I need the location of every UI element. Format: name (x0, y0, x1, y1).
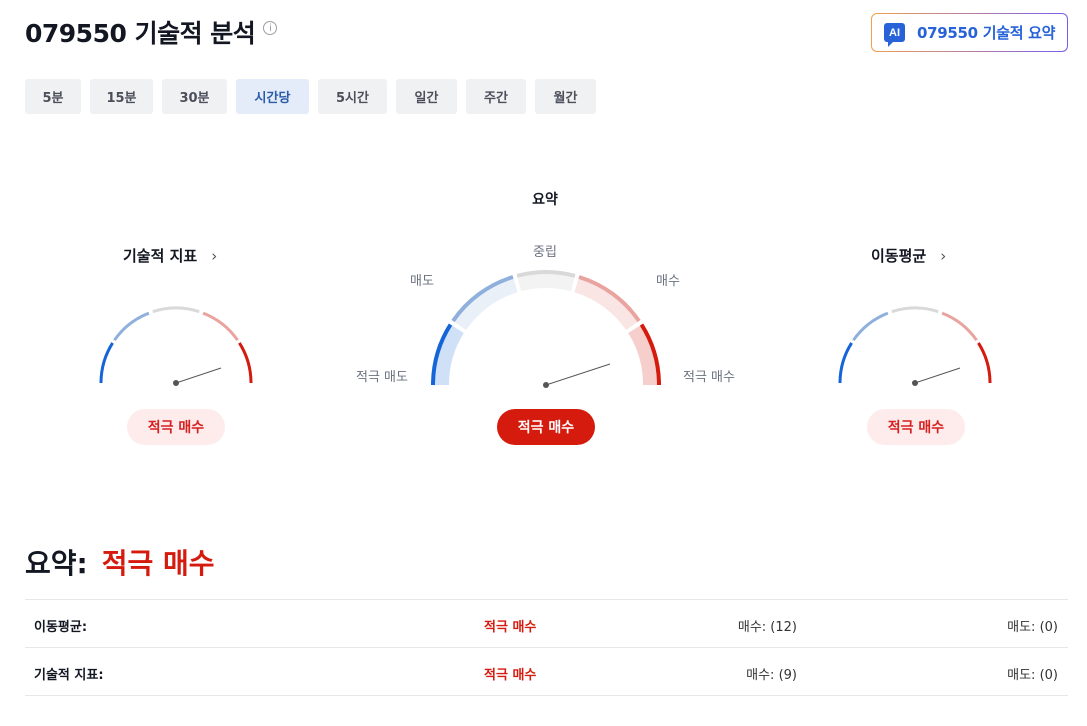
row-name: 기술적 지표: (34, 668, 104, 683)
summary-gauge-title: 요약 (532, 192, 558, 208)
tab-5min[interactable]: 5분 (25, 79, 81, 114)
chevron-right-icon: › (211, 246, 218, 265)
chevron-right-icon: › (940, 246, 947, 265)
moving-average-title: 이동평균 (871, 247, 927, 265)
info-circle-icon[interactable]: i (263, 21, 278, 35)
ai-summary-button[interactable]: AI 079550 기술적 요약 (871, 13, 1068, 52)
row-signal: 적극 매수 (484, 668, 537, 683)
tab-30min[interactable]: 30분 (162, 79, 227, 114)
row-buy-count: 매수: (12) (737, 620, 797, 635)
summary-heading: 요약: 적극 매수 (25, 542, 215, 582)
moving-average-signal-badge: 적극 매수 (867, 409, 965, 445)
timeframe-tabs: 5분 15분 30분 시간당 5시간 일간 주간 월간 (25, 79, 605, 114)
moving-average-link[interactable]: 이동평균 › (871, 245, 946, 266)
ai-summary-label: 079550 기술적 요약 (917, 24, 1056, 42)
page-title-text: 079550 기술적 분석 (25, 19, 256, 48)
tab-hourly[interactable]: 시간당 (236, 79, 309, 114)
row-buy-count: 매수: (9) (746, 668, 797, 683)
moving-average-gauge (838, 306, 992, 386)
table-row: 기술적 지표: 적극 매수 매수: (9) 매도: (0) (25, 648, 1068, 696)
summary-heading-value: 적극 매수 (101, 547, 215, 580)
tab-5hour[interactable]: 5시간 (318, 79, 387, 114)
row-name: 이동평균: (34, 620, 88, 635)
summary-heading-label: 요약: (25, 547, 88, 580)
row-signal: 적극 매수 (484, 620, 537, 635)
ai-chat-icon: AI (884, 23, 905, 47)
technical-signal-badge: 적극 매수 (127, 409, 225, 445)
tab-15min[interactable]: 15분 (90, 79, 153, 114)
technical-indicators-link[interactable]: 기술적 지표 › (123, 245, 217, 266)
row-sell-count: 매도: (0) (1007, 620, 1058, 635)
summary-gauge (431, 270, 661, 388)
tab-daily[interactable]: 일간 (396, 79, 457, 114)
summary-table: 이동평균: 적극 매수 매수: (12) 매도: (0) 기술적 지표: 적극 … (25, 599, 1068, 696)
summary-signal-badge: 적극 매수 (497, 409, 595, 445)
gauge-label-strong-buy: 적극 매수 (683, 370, 735, 385)
row-sell-count: 매도: (0) (1007, 668, 1058, 683)
technical-gauge (99, 306, 253, 386)
tab-monthly[interactable]: 월간 (535, 79, 596, 114)
technical-indicators-title: 기술적 지표 (123, 247, 198, 265)
table-row: 이동평균: 적극 매수 매수: (12) 매도: (0) (25, 600, 1068, 648)
tab-weekly[interactable]: 주간 (466, 79, 526, 114)
page-title: 079550 기술적 분석 i (25, 14, 278, 50)
gauge-label-neutral: 중립 (533, 245, 557, 260)
gauge-label-strong-sell: 적극 매도 (356, 370, 408, 385)
